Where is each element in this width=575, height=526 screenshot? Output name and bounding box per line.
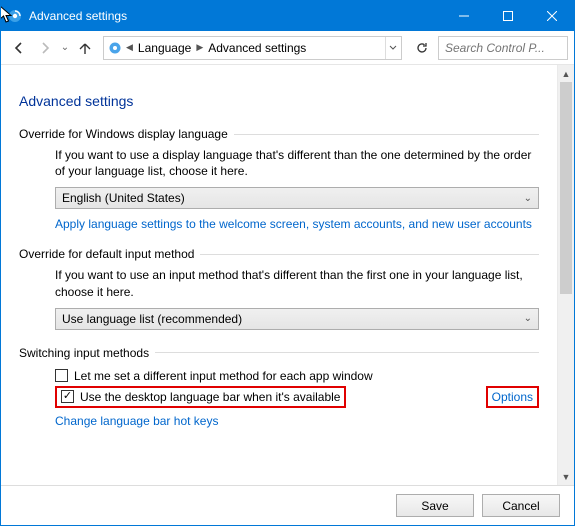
section-header-label: Override for Windows display language [19, 127, 228, 141]
select-value: English (United States) [62, 191, 185, 205]
apply-to-welcome-link[interactable]: Apply language settings to the welcome s… [55, 217, 532, 231]
section-header-display-language: Override for Windows display language [19, 127, 539, 141]
scroll-down-icon[interactable]: ▼ [558, 468, 574, 485]
history-dropdown-icon[interactable]: ⌄ [59, 42, 71, 53]
display-language-select[interactable]: English (United States) ⌄ [55, 187, 539, 209]
titlebar: Advanced settings [1, 1, 574, 31]
scroll-track[interactable] [558, 82, 574, 468]
checkbox-label: Let me set a different input method for … [74, 369, 373, 383]
highlight-desktop-language-bar: Use the desktop language bar when it's a… [55, 386, 346, 408]
select-value: Use language list (recommended) [62, 312, 242, 326]
breadcrumb-icon [106, 40, 124, 56]
close-button[interactable] [530, 1, 574, 31]
chevron-down-icon[interactable] [385, 37, 399, 59]
input-method-select[interactable]: Use language list (recommended) ⌄ [55, 308, 539, 330]
maximize-button[interactable] [486, 1, 530, 31]
content-area: Advanced settings Override for Windows d… [1, 65, 557, 485]
scroll-thumb[interactable] [560, 82, 572, 294]
page-title: Advanced settings [19, 75, 539, 119]
back-button[interactable] [7, 36, 31, 60]
breadcrumb[interactable]: ◀ Language ▶ Advanced settings [103, 36, 402, 60]
breadcrumb-item[interactable]: Language [135, 41, 194, 55]
desktop-language-bar-checkbox[interactable] [61, 390, 74, 403]
section-description: If you want to use a display language th… [55, 147, 539, 179]
breadcrumb-item[interactable]: Advanced settings [205, 41, 309, 55]
cancel-button[interactable]: Cancel [482, 494, 560, 517]
navigation-bar: ⌄ ◀ Language ▶ Advanced settings [1, 31, 574, 65]
up-button[interactable] [73, 36, 97, 60]
section-header-label: Switching input methods [19, 346, 149, 360]
refresh-button[interactable] [410, 36, 434, 60]
checkbox-label: Use the desktop language bar when it's a… [80, 390, 340, 404]
section-header-switching: Switching input methods [19, 346, 539, 360]
save-button[interactable]: Save [396, 494, 474, 517]
minimize-button[interactable] [442, 1, 486, 31]
chevron-left-icon: ◀ [124, 42, 135, 53]
options-link[interactable]: Options [492, 390, 533, 404]
section-header-input-method: Override for default input method [19, 247, 539, 261]
forward-button[interactable] [33, 36, 57, 60]
change-hotkeys-link[interactable]: Change language bar hot keys [55, 414, 218, 428]
section-header-label: Override for default input method [19, 247, 194, 261]
highlight-options: Options [486, 386, 539, 408]
window: Advanced settings ⌄ ◀ Language ▶ Advance… [0, 0, 575, 526]
search-input[interactable] [443, 40, 563, 56]
per-app-input-checkbox[interactable] [55, 369, 68, 382]
chevron-down-icon: ⌄ [524, 193, 532, 204]
search-field[interactable] [438, 36, 568, 60]
window-title: Advanced settings [29, 9, 127, 23]
vertical-scrollbar[interactable]: ▲ ▼ [557, 65, 574, 485]
scroll-up-icon[interactable]: ▲ [558, 65, 574, 82]
chevron-down-icon: ⌄ [524, 313, 532, 324]
app-icon [7, 8, 23, 24]
footer: Save Cancel [1, 485, 574, 525]
section-description: If you want to use an input method that'… [55, 267, 539, 299]
chevron-right-icon: ▶ [194, 42, 205, 53]
